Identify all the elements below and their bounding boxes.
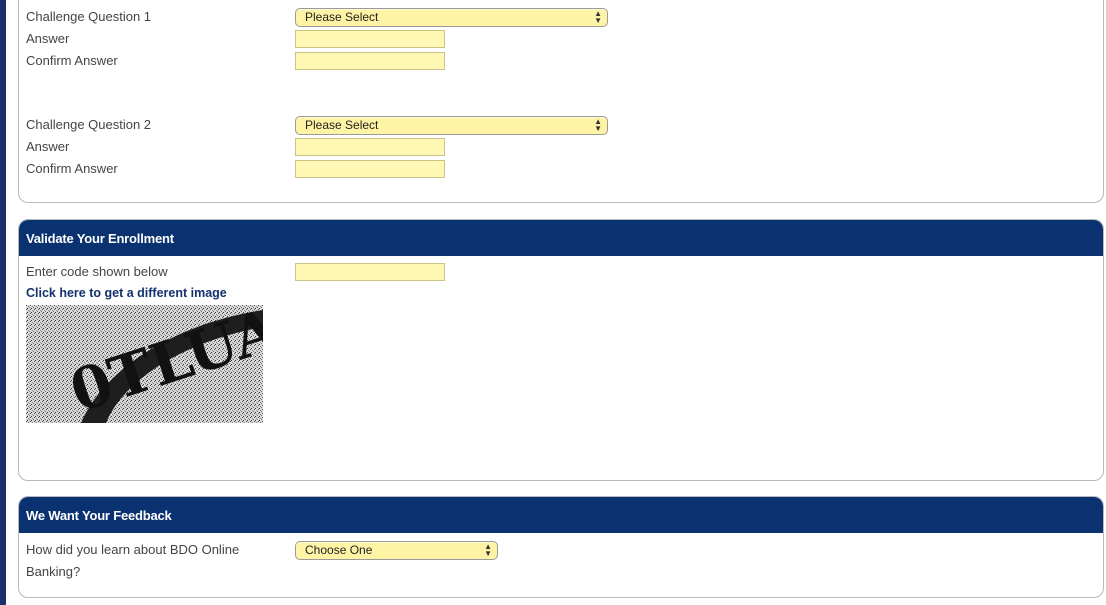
feedback-select-value: Choose One — [305, 543, 373, 557]
feedback-header: We Want Your Feedback — [19, 497, 1103, 533]
challenge-questions-panel: Challenge Question 1 Please Select ▲ ▼ An… — [18, 0, 1104, 203]
captcha-image: 0TLUA — [26, 305, 263, 423]
validate-enrollment-header: Validate Your Enrollment — [19, 220, 1103, 256]
confirm-answer-2-input[interactable] — [295, 160, 445, 178]
answer-2-label: Answer — [26, 139, 70, 154]
feedback-select[interactable]: Choose One ▲ ▼ — [295, 541, 498, 560]
answer-1-input[interactable] — [295, 30, 445, 48]
challenge-question-1-select[interactable]: Please Select ▲ ▼ — [295, 8, 608, 27]
feedback-question-label: How did you learn about BDO Online Banki… — [26, 542, 240, 579]
validate-enrollment-panel: Validate Your Enrollment Enter code show… — [18, 219, 1104, 481]
feedback-panel: We Want Your Feedback How did you learn … — [18, 496, 1104, 598]
captcha-code-input[interactable] — [295, 263, 445, 281]
challenge-question-2-value: Please Select — [305, 118, 379, 132]
confirm-answer-1-label: Confirm Answer — [26, 53, 118, 68]
challenge-question-1-value: Please Select — [305, 10, 379, 24]
answer-2-input[interactable] — [295, 138, 445, 156]
confirm-answer-2-label: Confirm Answer — [26, 161, 118, 176]
select-arrows-icon: ▲ ▼ — [594, 9, 602, 25]
answer-1-label: Answer — [26, 31, 70, 46]
select-arrows-icon: ▲ ▼ — [484, 542, 492, 558]
challenge-question-2-select[interactable]: Please Select ▲ ▼ — [295, 116, 608, 135]
confirm-answer-1-input[interactable] — [295, 52, 445, 70]
select-arrows-icon: ▲ ▼ — [594, 117, 602, 133]
challenge-question-2-label: Challenge Question 2 — [26, 117, 152, 132]
different-image-link[interactable]: Click here to get a different image — [26, 284, 227, 302]
left-accent-bar — [0, 0, 6, 605]
challenge-question-1-label: Challenge Question 1 — [26, 9, 152, 24]
enter-code-label: Enter code shown below — [26, 264, 168, 279]
